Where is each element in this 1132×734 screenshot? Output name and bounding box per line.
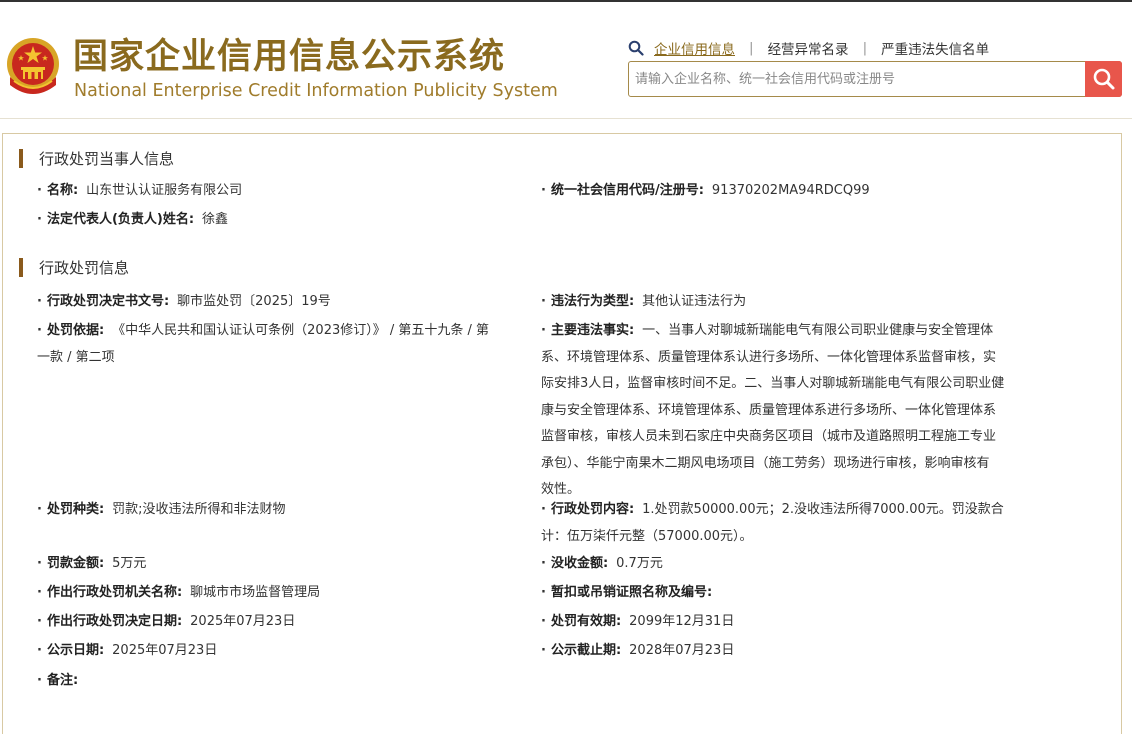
field-label: 违法行为类型:	[550, 294, 635, 309]
field-value: 徐鑫	[202, 212, 229, 227]
section-title-party: 行政处罚当事人信息	[19, 147, 174, 169]
field-publish-date: · 公示日期: 2025年07月23日	[37, 643, 218, 658]
section-marker	[19, 257, 23, 277]
field-label: 行政处罚内容:	[550, 502, 635, 517]
top-nav: 企业信用信息 | 经营异常名录 | 严重违法失信名单	[628, 38, 989, 58]
field-label: 公示日期:	[46, 643, 105, 658]
search-bar	[628, 61, 1122, 97]
field-value: 2099年12月31日	[629, 614, 735, 629]
site-header: 国家企业信用信息公示系统 National Enterprise Credit …	[0, 2, 1132, 118]
field-decision-no: · 行政处罚决定书文号: 聊市监处罚〔2025〕19号	[37, 294, 331, 309]
search-button[interactable]	[1085, 61, 1122, 97]
site-subtitle: National Enterprise Credit Information P…	[74, 81, 558, 101]
nav-separator: |	[862, 40, 868, 56]
field-value: 罚款;没收违法所得和非法财物	[112, 502, 286, 517]
field-remarks: · 备注:	[37, 673, 79, 688]
field-publish-end: · 公示截止期: 2028年07月23日	[541, 643, 735, 658]
field-confiscation-amount: · 没收金额: 0.7万元	[541, 556, 663, 571]
field-label: 名称:	[46, 183, 79, 198]
header-divider	[0, 118, 1132, 119]
nav-dishonest-list[interactable]: 严重违法失信名单	[881, 38, 989, 58]
field-label: 备注:	[46, 673, 79, 688]
field-decision-date: · 作出行政处罚决定日期: 2025年07月23日	[37, 614, 296, 629]
field-label: 处罚种类:	[46, 502, 105, 517]
nav-enterprise-info[interactable]: 企业信用信息	[654, 38, 735, 58]
field-value-line: 监督审核，审核人员未到石家庄中央商务区项目（城市及道路照明工程施工专业	[541, 429, 997, 444]
field-label: 暂扣或吊销证照名称及编号:	[550, 585, 713, 600]
field-violation-type: · 违法行为类型: 其他认证违法行为	[541, 294, 747, 309]
nav-abnormal-list[interactable]: 经营异常名录	[768, 38, 849, 58]
field-value: 0.7万元	[616, 556, 663, 571]
field-value: 2028年07月23日	[629, 643, 735, 658]
nav-separator: |	[749, 40, 754, 56]
field-fine-amount: · 罚款金额: 5万元	[37, 556, 147, 571]
field-label: 作出行政处罚决定日期:	[46, 614, 183, 629]
field-value: 5万元	[112, 556, 147, 571]
field-label: 处罚有效期:	[550, 614, 622, 629]
field-label: 统一社会信用代码/注册号:	[550, 183, 704, 198]
field-value: 一、当事人对聊城新瑞能电气有限公司职业健康与安全管理体	[642, 323, 994, 338]
field-value-line: 承包）、华能宁南果木二期风电场项目（施工劳务）现场进行审核，影响审核有	[541, 455, 990, 471]
field-value-continued: 计：伍万柒仟元整（57000.00元）。	[541, 528, 753, 544]
field-value: 91370202MA94RDCQ99	[711, 183, 870, 198]
field-label: 没收金额:	[550, 556, 609, 571]
section-title-penalty: 行政处罚信息	[19, 256, 129, 278]
field-name: · 名称: 山东世认认证服务有限公司	[37, 183, 243, 198]
field-value: 其他认证违法行为	[642, 294, 747, 309]
field-legal-rep: · 法定代表人(负责人)姓名: 徐鑫	[37, 212, 229, 227]
section-marker	[19, 148, 23, 168]
field-value-line: 系、环境管理体系、质量管理体系认进行多场所、一体化管理体系监督审核，实	[541, 349, 997, 365]
section-title-text: 行政处罚当事人信息	[39, 149, 175, 168]
field-credit-code: · 统一社会信用代码/注册号: 91370202MA94RDCQ99	[541, 183, 870, 198]
field-value: 1.处罚款50000.00元；2.没收违法所得7000.00元。罚没款合	[642, 502, 1004, 517]
field-value-line: 康与安全管理体系、环境管理体系、质量管理体系进行多场所、一体化管理体系	[541, 402, 997, 418]
field-value: 聊城市市场监督管理局	[190, 585, 321, 600]
site-title: 国家企业信用信息公示系统	[73, 37, 506, 77]
field-license: · 暂扣或吊销证照名称及编号:	[541, 585, 713, 600]
field-value: 聊市监处罚〔2025〕19号	[177, 294, 331, 309]
penalty-detail-panel: 行政处罚当事人信息 · 名称: 山东世认认证服务有限公司 · 统一社会信用代码/注册号…	[2, 133, 1122, 734]
field-label: 主要违法事实:	[550, 323, 635, 338]
field-validity: · 处罚有效期: 2099年12月31日	[541, 614, 735, 629]
field-value: 2025年07月23日	[190, 614, 296, 629]
field-value-line: 际安排3人日，监督审核时间不足。二、当事人对聊城新瑞能电气有限公司职业健	[541, 376, 1005, 391]
field-penalty-kind: · 处罚种类: 罚款;没收违法所得和非法财物	[37, 502, 286, 517]
field-label: 行政处罚决定书文号:	[46, 294, 170, 309]
national-emblem-icon	[7, 38, 59, 94]
field-authority: · 作出行政处罚机关名称: 聊城市市场监督管理局	[37, 585, 321, 600]
field-label: 罚款金额:	[46, 556, 105, 571]
field-label: 法定代表人(负责人)姓名:	[46, 212, 195, 227]
field-value-continued: 一款 / 第二项	[37, 349, 115, 365]
field-label: 处罚依据:	[46, 323, 105, 338]
field-value: 《中华人民共和国认证认可条例（2023修订）》 / 第五十九条 / 第	[112, 323, 490, 338]
search-icon	[628, 40, 644, 56]
field-basis: · 处罚依据: 《中华人民共和国认证认可条例（2023修订）》 / 第五十九条 / …	[37, 318, 542, 371]
field-facts: · 主要违法事实: 一、当事人对聊城新瑞能电气有限公司职业健康与安全管理体 系、环境…	[541, 318, 1061, 504]
field-value: 2025年07月23日	[112, 643, 218, 658]
search-icon	[1093, 68, 1114, 90]
field-label: 作出行政处罚机关名称:	[46, 585, 183, 600]
field-label: 公示截止期:	[550, 643, 622, 658]
field-penalty-content: · 行政处罚内容: 1.处罚款50000.00元；2.没收违法所得7000.00元。…	[541, 497, 1061, 550]
search-input[interactable]	[635, 62, 1083, 96]
field-value: 山东世认认证服务有限公司	[86, 183, 243, 198]
section-title-text: 行政处罚信息	[39, 258, 130, 277]
